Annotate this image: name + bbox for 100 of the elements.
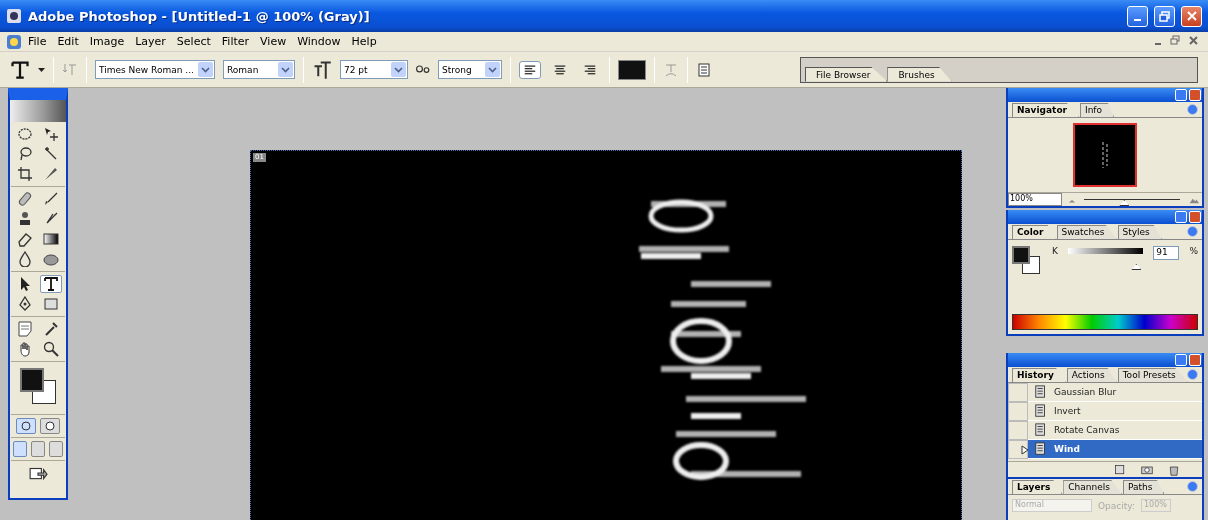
font-size-select[interactable]: 72 pt	[340, 60, 408, 79]
restore-button[interactable]	[1154, 5, 1175, 27]
text-color-swatch[interactable]	[618, 59, 646, 80]
caret-icon	[394, 66, 403, 73]
trash-icon	[1168, 463, 1180, 476]
panel-tab[interactable]: Styles	[1117, 225, 1162, 239]
tool-button[interactable]	[40, 275, 62, 293]
magic-wand-icon	[43, 146, 59, 162]
caret-icon	[201, 66, 210, 73]
circle-icon	[21, 421, 31, 431]
color-spectrum[interactable]	[1012, 314, 1198, 330]
caret-icon	[488, 66, 497, 73]
state-marker-icon	[1021, 444, 1029, 455]
pen-icon	[17, 296, 33, 312]
panel-tab[interactable]: Navigator	[1012, 103, 1079, 117]
new-document-icon	[1114, 463, 1126, 476]
note-icon	[17, 321, 33, 337]
circle-icon	[45, 421, 55, 431]
font-style-select[interactable]: Roman	[223, 60, 295, 79]
screen-mode-button[interactable]	[49, 441, 63, 457]
minimize-icon	[1155, 43, 1161, 45]
screen-mode-button[interactable]	[13, 441, 27, 457]
mask-mode-button[interactable]	[40, 418, 60, 434]
menu-item[interactable]: Window	[292, 34, 346, 49]
minimize-button[interactable]	[1127, 5, 1148, 27]
close-button[interactable]	[1189, 211, 1201, 223]
eraser-icon	[17, 231, 33, 247]
menu-item[interactable]: Select	[171, 34, 216, 49]
warp-text-icon	[663, 61, 679, 78]
hand-icon	[17, 341, 33, 357]
font-family-select[interactable]: Times New Roman ...	[95, 60, 215, 79]
panel-menu-button[interactable]	[1187, 369, 1198, 380]
menu-item[interactable]: Filter	[216, 34, 255, 49]
font-size-icon	[312, 59, 332, 80]
history-item[interactable]: Invert	[1008, 402, 1202, 421]
knife-icon	[43, 166, 59, 182]
tool-button[interactable]	[40, 230, 62, 248]
menu-item[interactable]: Help	[346, 34, 382, 49]
menu-item[interactable]: View	[255, 34, 292, 49]
panel-tab[interactable]: Swatches	[1056, 225, 1117, 239]
menu-item[interactable]: Layer	[130, 34, 171, 49]
minimize-button[interactable]	[1175, 89, 1187, 101]
palette-well-tab[interactable]: Brushes	[887, 66, 952, 82]
anti-alias-select[interactable]: Strong	[438, 60, 502, 79]
type-icon	[43, 276, 59, 292]
minimize-button[interactable]	[1175, 211, 1187, 223]
channel-label: K	[1052, 246, 1058, 256]
panel-tab[interactable]: Info	[1080, 103, 1115, 117]
document-icon	[1034, 404, 1048, 418]
restore-icon	[1170, 35, 1180, 45]
crop-icon	[17, 166, 33, 182]
panel-tab[interactable]: Color	[1012, 225, 1056, 239]
caret-icon	[38, 67, 45, 72]
history-item[interactable]: Wind	[1008, 440, 1202, 459]
opacity-label: Opacity:	[1098, 500, 1135, 511]
app-icon	[6, 33, 22, 50]
document-icon	[1034, 442, 1048, 456]
caret-icon	[281, 66, 290, 73]
type-icon	[10, 59, 30, 80]
palette-well-tab[interactable]: File Browser	[805, 66, 888, 82]
value-field[interactable]: 91	[1153, 246, 1180, 260]
close-icon	[1186, 11, 1197, 21]
mask-mode-button[interactable]	[16, 418, 36, 434]
anti-alias-icon	[416, 65, 430, 74]
close-button[interactable]	[1189, 89, 1201, 101]
window-title: Adobe Photoshop - [Untitled-1 @ 100% (Gray)]	[28, 8, 371, 24]
palettes-icon	[696, 61, 712, 78]
close-button[interactable]	[1181, 5, 1202, 27]
menu-item[interactable]: Image	[84, 34, 130, 49]
unit-label: %	[1189, 246, 1198, 256]
color-swatches[interactable]	[1012, 246, 1042, 276]
text-orientation-icon	[62, 61, 78, 78]
brush-icon	[43, 191, 59, 207]
minimize-button[interactable]	[1175, 354, 1187, 366]
screen-mode-button[interactable]	[31, 441, 45, 457]
stamp-icon	[17, 211, 33, 227]
app-icon	[6, 8, 22, 24]
panel-tab[interactable]: Actions	[1066, 368, 1117, 382]
panel-tab[interactable]: Tool Presets	[1117, 368, 1188, 382]
align-button[interactable]	[519, 60, 541, 79]
sponge-icon	[43, 251, 59, 267]
navigator-thumbnail	[1073, 123, 1137, 187]
panel-tab[interactable]: History	[1012, 368, 1066, 382]
move-icon	[43, 126, 59, 142]
lasso-icon	[17, 146, 33, 162]
menu-item[interactable]: Edit	[52, 34, 84, 49]
document-icon	[1034, 385, 1048, 399]
panel-menu-button[interactable]	[1187, 226, 1198, 237]
ellipse-marquee-icon	[17, 126, 33, 142]
zoom-field[interactable]: 100%	[1008, 193, 1062, 206]
history-item[interactable]: Gaussian Blur	[1008, 383, 1202, 402]
slider-thumb[interactable]	[1131, 264, 1142, 270]
menu-item[interactable]: File	[23, 34, 52, 49]
zoom-icon	[43, 341, 59, 357]
close-button[interactable]	[1189, 354, 1201, 366]
panel-menu-button[interactable]	[1187, 481, 1198, 492]
slider-thumb[interactable]	[1119, 200, 1130, 206]
minimize-icon	[1134, 19, 1141, 21]
camera-icon	[1140, 463, 1154, 476]
panel-menu-button[interactable]	[1187, 104, 1198, 115]
